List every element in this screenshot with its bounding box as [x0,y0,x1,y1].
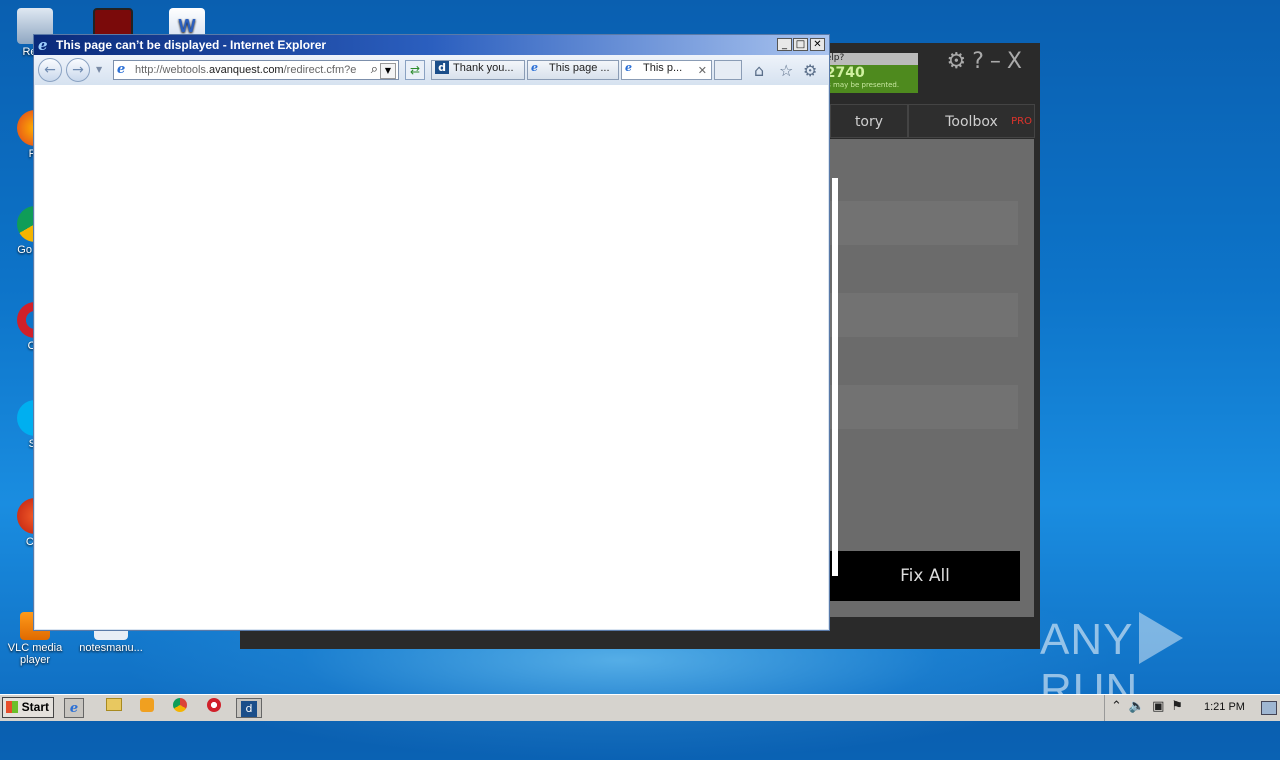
start-button[interactable]: Start [2,697,54,718]
gear-icon[interactable]: ⚙ [803,61,817,80]
show-desktop-button[interactable] [1261,701,1277,715]
taskbar-app-button[interactable]: d [236,698,262,718]
phone-number: -2740 ers may be presented. [818,65,918,93]
phone-disclaimer: ers may be presented. [820,81,900,89]
taskbar-ie-button[interactable]: e [64,698,84,718]
ie-favicon-icon: e [625,61,632,74]
scan-row[interactable] [830,385,1018,429]
address-url: http://webtools.avanquest.com/redirect.c… [135,64,357,76]
refresh-button[interactable]: ⇄ [405,60,425,80]
tab-close-icon[interactable]: ✕ [698,64,707,77]
scan-row[interactable] [830,201,1018,245]
taskbar-media-player-button[interactable] [137,698,157,718]
app-window-controls[interactable]: ⚙?–X [947,49,1028,74]
ie-logo-icon: e [38,36,48,54]
tab-page-error-1[interactable]: e This page ... [527,60,619,80]
volume-icon: 🔈 [1128,699,1153,714]
support-banner[interactable]: help? -2740 ers may be presented. [818,53,918,93]
window-title: This page can’t be displayed - Internet … [56,38,327,52]
tab-thank-you[interactable]: d Thank you... [431,60,525,80]
action-center-flag-icon: ⚑ [1171,699,1191,714]
network-icon: ▣ [1152,699,1172,714]
system-tray: ⌃🔈▣⚑ 1:21 PM [1104,695,1280,721]
home-icon[interactable]: ⌂ [754,61,764,80]
ie-window[interactable]: e This page can’t be displayed - Interne… [33,34,830,631]
app-scroll-edge [832,178,838,576]
tab-toolbox[interactable]: Toolbox PRO [908,104,1035,138]
search-icon[interactable]: ⌕ [371,62,378,77]
pro-badge: PRO [1011,116,1032,127]
clock[interactable]: 1:21 PM [1204,701,1245,713]
taskbar-explorer-button[interactable] [104,698,124,718]
new-tab-button[interactable] [714,60,742,80]
chrome-icon [173,698,187,712]
tab-label: tory [854,114,884,130]
desktop-icon-label: VLC media player [7,642,63,666]
windows-logo-icon [6,701,18,713]
desktop-icon-label: notesmanu... [79,642,143,654]
taskbar-chrome-button[interactable] [170,698,190,718]
scan-row[interactable] [830,293,1018,337]
folder-icon [106,698,122,711]
address-bar[interactable]: e http://webtools.avanquest.com/redirect… [113,60,399,80]
history-dropdown-icon[interactable]: ▼ [96,65,102,74]
media-player-icon [140,698,154,712]
minimize-button[interactable]: _ [777,38,792,51]
tab-label: This page ... [549,62,610,74]
ie-navigation-bar: ← → ▼ e http://webtools.avanquest.com/re… [34,55,829,85]
forward-button[interactable]: → [66,58,90,82]
tab-label: Thank you... [453,62,514,74]
start-label: Start [21,700,49,714]
fix-all-button[interactable]: Fix All [830,551,1020,601]
help-text: help? [818,53,918,65]
taskbar-opera-button[interactable] [204,698,224,718]
favorites-star-icon[interactable]: ☆ [779,61,793,80]
play-logo-icon [1139,612,1184,664]
tab-page-error-2[interactable]: e This p... ✕ [621,60,712,80]
taskbar: Start e d ⌃🔈▣⚑ 1:21 PM [0,694,1280,721]
dell-favicon-icon: d [435,61,449,74]
ie-favicon-icon: e [531,61,538,74]
tray-expand-icon: ⌃ [1111,699,1129,714]
tray-icons[interactable]: ⌃🔈▣⚑ [1111,699,1190,714]
ie-page-icon: e [117,62,126,77]
opera-icon [207,698,221,712]
tab-history[interactable]: tory [830,104,908,138]
page-content [35,85,828,629]
tab-label: Toolbox [945,114,998,130]
tab-label: This p... [643,62,683,74]
back-button[interactable]: ← [38,58,62,82]
maximize-button[interactable]: □ [793,38,808,51]
close-button[interactable]: ✕ [810,38,825,51]
ie-titlebar[interactable]: e This page can’t be displayed - Interne… [34,35,829,55]
address-dropdown-button[interactable]: ▼ [380,63,396,79]
dell-app-icon: d [241,701,257,717]
